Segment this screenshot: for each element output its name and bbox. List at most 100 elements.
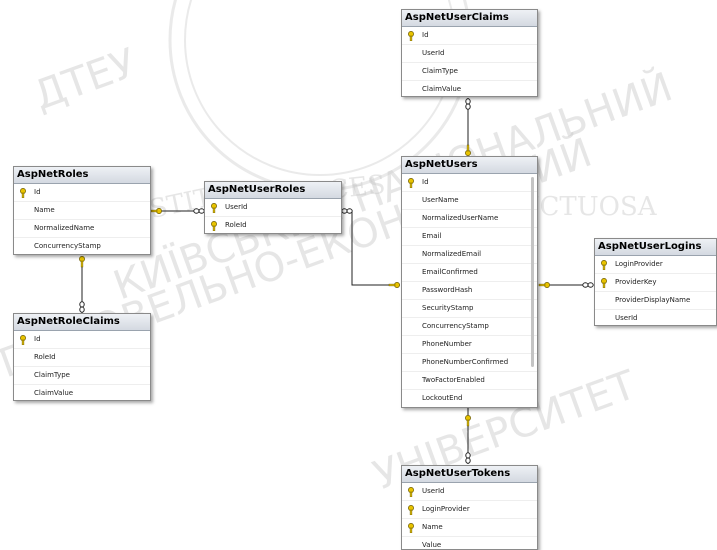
- table-aspnetroles[interactable]: AspNetRoles Id Name NormalizedName Concurre…: [13, 166, 151, 255]
- column-name: Id: [422, 31, 429, 39]
- table-title[interactable]: AspNetRoleClaims: [14, 314, 150, 331]
- column-name: Id: [34, 188, 41, 196]
- table-title[interactable]: AspNetUsers: [402, 157, 537, 174]
- column-row[interactable]: Name: [14, 202, 150, 220]
- column-row[interactable]: LoginProvider: [595, 256, 716, 274]
- table-columns: UserId RoleId: [205, 199, 341, 233]
- column-row[interactable]: Value: [402, 537, 537, 549]
- column-row[interactable]: Id: [402, 27, 537, 45]
- column-name: ConcurrencyStamp: [34, 242, 101, 250]
- column-name: RoleId: [225, 221, 247, 229]
- column-row[interactable]: PhoneNumberConfirmed: [402, 354, 537, 372]
- column-row[interactable]: UserId: [205, 199, 341, 217]
- relationship-userlogins-users: [538, 281, 594, 289]
- table-aspnetusertokens[interactable]: AspNetUserTokens UserId LoginProvider Name…: [401, 465, 538, 550]
- table-title[interactable]: AspNetUserRoles: [205, 182, 341, 199]
- column-row[interactable]: NormalizedName: [14, 220, 150, 238]
- primary-key-icon: [407, 178, 415, 189]
- column-name: Id: [34, 335, 41, 343]
- primary-key-icon: [210, 203, 218, 214]
- column-name: RoleId: [34, 353, 56, 361]
- column-row[interactable]: Id: [14, 184, 150, 202]
- column-row[interactable]: PasswordHash: [402, 282, 537, 300]
- column-name: Name: [422, 523, 443, 531]
- column-name: UserId: [225, 203, 248, 211]
- column-row[interactable]: PhoneNumber: [402, 336, 537, 354]
- table-aspnetroleclaims[interactable]: AspNetRoleClaims Id RoleId ClaimType ClaimV…: [13, 313, 151, 401]
- column-row[interactable]: UserId: [402, 45, 537, 63]
- column-name: Id: [422, 178, 429, 186]
- column-row[interactable]: RoleId: [14, 349, 150, 367]
- column-name: PasswordHash: [422, 286, 473, 294]
- table-columns: UserId LoginProvider Name Value: [402, 483, 537, 549]
- column-name: UserId: [615, 314, 638, 322]
- primary-key-icon: [600, 278, 608, 289]
- table-aspnetuserlogins[interactable]: AspNetUserLogins LoginProvider ProviderKe…: [594, 238, 717, 326]
- column-name: ClaimType: [34, 371, 70, 379]
- column-row[interactable]: LockoutEnd: [402, 390, 537, 407]
- column-name: ProviderKey: [615, 278, 657, 286]
- column-name: PhoneNumber: [422, 340, 472, 348]
- column-name: SecurityStamp: [422, 304, 474, 312]
- column-name: ClaimType: [422, 67, 458, 75]
- primary-key-icon: [407, 487, 415, 498]
- column-row[interactable]: RoleId: [205, 217, 341, 233]
- column-name: NormalizedUserName: [422, 214, 499, 222]
- column-name: PhoneNumberConfirmed: [422, 358, 509, 366]
- primary-key-icon: [407, 505, 415, 516]
- table-columns: LoginProvider ProviderKey ProviderDisplayN…: [595, 256, 716, 325]
- primary-key-icon: [19, 335, 27, 346]
- column-name: LoginProvider: [422, 505, 470, 513]
- scrollbar[interactable]: [531, 177, 534, 367]
- relationship-roles-roleclaims: [78, 255, 86, 313]
- column-name: Email: [422, 232, 442, 240]
- column-name: LoginProvider: [615, 260, 663, 268]
- column-row[interactable]: ClaimType: [14, 367, 150, 385]
- primary-key-icon: [407, 31, 415, 42]
- column-row[interactable]: LoginProvider: [402, 501, 537, 519]
- column-name: ClaimValue: [34, 389, 74, 397]
- table-title[interactable]: AspNetUserTokens: [402, 466, 537, 483]
- table-title[interactable]: AspNetUserLogins: [595, 239, 716, 256]
- primary-key-icon: [407, 523, 415, 534]
- column-row[interactable]: NormalizedEmail: [402, 246, 537, 264]
- primary-key-icon: [210, 221, 218, 232]
- column-row[interactable]: Email: [402, 228, 537, 246]
- relationship-usertokens-users: [464, 408, 472, 464]
- relationship-userclaims-users: [464, 98, 472, 157]
- column-row[interactable]: UserName: [402, 192, 537, 210]
- table-aspnetuserclaims[interactable]: AspNetUserClaims Id UserId ClaimType ClaimV…: [401, 9, 538, 97]
- column-name: UserName: [422, 196, 459, 204]
- table-columns: Id RoleId ClaimType ClaimValue: [14, 331, 150, 400]
- relationship-userroles-users: [341, 208, 401, 289]
- column-row[interactable]: SecurityStamp: [402, 300, 537, 318]
- column-name: ClaimValue: [422, 85, 462, 93]
- table-aspnetuserroles[interactable]: AspNetUserRoles UserId RoleId: [204, 181, 342, 234]
- column-row[interactable]: Id: [402, 174, 537, 192]
- column-row[interactable]: ConcurrencyStamp: [402, 318, 537, 336]
- column-row[interactable]: UserId: [402, 483, 537, 501]
- column-row[interactable]: ProviderDisplayName: [595, 292, 716, 310]
- column-row[interactable]: Id: [14, 331, 150, 349]
- column-row[interactable]: ProviderKey: [595, 274, 716, 292]
- column-name: Value: [422, 541, 442, 549]
- column-row[interactable]: ConcurrencyStamp: [14, 238, 150, 254]
- table-title[interactable]: AspNetRoles: [14, 167, 150, 184]
- table-columns: Id UserId ClaimType ClaimValue: [402, 27, 537, 96]
- relationship-roles-userroles: [150, 207, 205, 215]
- column-name: EmailConfirmed: [422, 268, 478, 276]
- column-name: LockoutEnd: [422, 394, 463, 402]
- column-row[interactable]: ClaimValue: [14, 385, 150, 400]
- column-row[interactable]: UserId: [595, 310, 716, 325]
- column-row[interactable]: ClaimValue: [402, 81, 537, 96]
- table-aspnetusers[interactable]: AspNetUsers Id UserName NormalizedUserName…: [401, 156, 538, 408]
- column-row[interactable]: TwoFactorEnabled: [402, 372, 537, 390]
- column-row[interactable]: Name: [402, 519, 537, 537]
- column-name: TwoFactorEnabled: [422, 376, 485, 384]
- column-row[interactable]: NormalizedUserName: [402, 210, 537, 228]
- table-title[interactable]: AspNetUserClaims: [402, 10, 537, 27]
- table-columns: Id UserName NormalizedUserName Email Normali…: [402, 174, 537, 407]
- column-row[interactable]: ClaimType: [402, 63, 537, 81]
- column-row[interactable]: EmailConfirmed: [402, 264, 537, 282]
- table-columns: Id Name NormalizedName ConcurrencyStamp: [14, 184, 150, 254]
